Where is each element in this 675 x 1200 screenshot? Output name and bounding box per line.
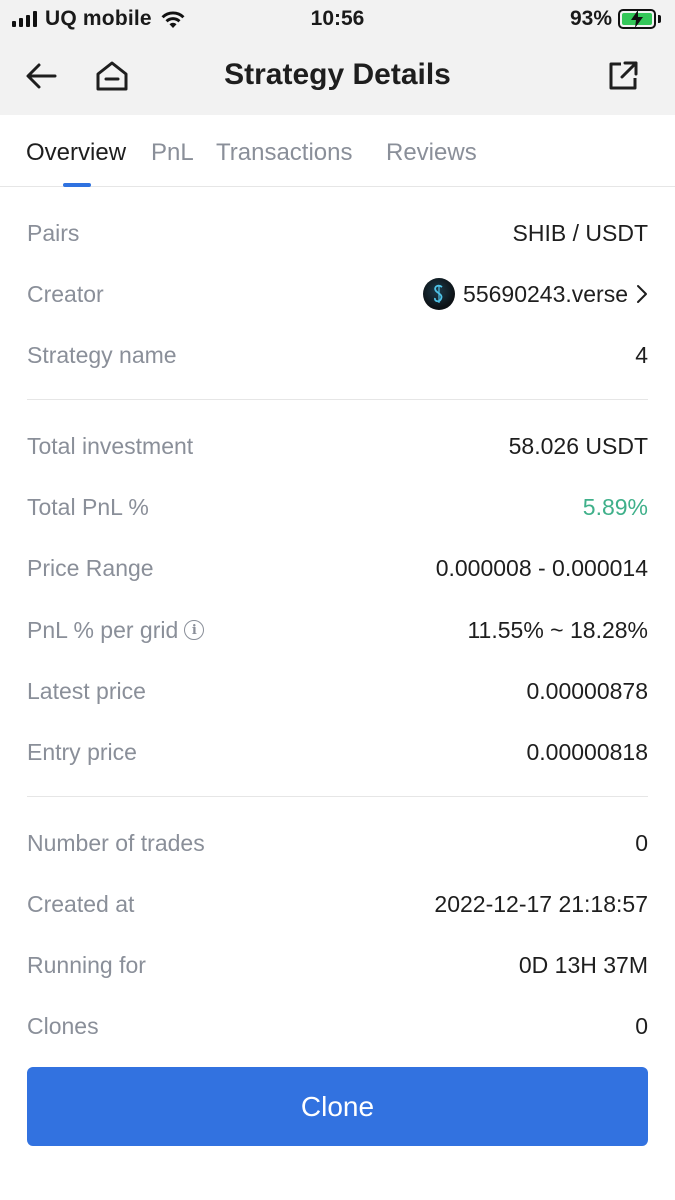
row-created-at: Created at 2022-12-17 21:18:57	[27, 884, 648, 924]
row-creator: Creator 55690243.verse	[27, 274, 648, 314]
entry-price-label: Entry price	[27, 738, 137, 765]
created-at-value: 2022-12-17 21:18:57	[434, 890, 648, 917]
row-running-for: Running for 0D 13H 37M	[27, 945, 648, 985]
latest-price-value: 0.00000878	[526, 677, 648, 704]
running-for-label: Running for	[27, 951, 146, 978]
battery-percentage: 93%	[569, 7, 612, 30]
chevron-right-icon	[637, 285, 647, 303]
number-of-trades-value: 0	[635, 829, 648, 856]
row-pairs: Pairs SHIB / USDT	[27, 213, 648, 253]
created-at-label: Created at	[27, 890, 135, 917]
total-pnl-label: Total PnL %	[27, 493, 149, 520]
section-divider	[27, 399, 648, 400]
running-for-value: 0D 13H 37M	[518, 951, 648, 978]
battery-tip	[658, 15, 661, 23]
number-of-trades-label: Number of trades	[27, 829, 205, 856]
pairs-label: Pairs	[27, 219, 80, 246]
clone-button[interactable]: Clone	[27, 1067, 648, 1146]
status-right: 93%	[570, 7, 661, 31]
creator-link[interactable]: 55690243.verse	[423, 278, 648, 310]
nav-bar: Strategy Details	[0, 38, 675, 115]
row-total-pnl: Total PnL % 5.89%	[27, 487, 648, 527]
row-strategy-name: Strategy name 4	[27, 335, 648, 375]
tab-pnl[interactable]: PnL	[151, 139, 194, 167]
row-entry-price: Entry price 0.00000818	[27, 732, 648, 772]
page-title: Strategy Details	[224, 58, 451, 91]
clones-label: Clones	[27, 1012, 99, 1039]
pnl-per-grid-value: 11.55% ~ 18.28%	[467, 616, 648, 643]
creator-name: 55690243.verse	[463, 280, 628, 307]
row-latest-price: Latest price 0.00000878	[27, 671, 648, 711]
pnl-per-grid-label: PnL % per grid	[27, 616, 179, 643]
tab-reviews[interactable]: Reviews	[386, 139, 477, 167]
active-tab-indicator	[63, 183, 91, 187]
strategy-name-value: 4	[635, 341, 648, 368]
share-button[interactable]	[603, 56, 643, 96]
status-bar: UQ mobile 10:56 93%	[0, 0, 675, 38]
info-icon[interactable]: i	[184, 620, 205, 640]
tab-transactions[interactable]: Transactions	[216, 139, 353, 167]
strategy-name-label: Strategy name	[27, 341, 177, 368]
creator-label: Creator	[27, 280, 104, 307]
price-range-label: Price Range	[27, 554, 154, 581]
creator-avatar	[423, 278, 456, 310]
latest-price-label: Latest price	[27, 677, 146, 704]
total-pnl-value: 5.89%	[582, 493, 648, 520]
pairs-value: SHIB / USDT	[512, 219, 648, 246]
entry-price-value: 0.00000818	[526, 738, 648, 765]
row-pnl-per-grid: PnL % per grid i 11.55% ~ 18.28%	[27, 610, 648, 650]
row-clones: Clones 0	[27, 1006, 648, 1046]
tab-bar: Overview PnL Transactions Reviews	[0, 115, 675, 187]
tab-overview[interactable]: Overview	[26, 139, 126, 167]
price-range-value: 0.000008 - 0.000014	[435, 554, 648, 581]
total-investment-value: 58.026 USDT	[508, 432, 648, 459]
row-price-range: Price Range 0.000008 - 0.000014	[27, 548, 648, 588]
section-divider	[27, 796, 648, 797]
row-total-investment: Total investment 58.026 USDT	[27, 426, 648, 466]
row-number-of-trades: Number of trades 0	[27, 823, 648, 863]
clones-value: 0	[635, 1012, 648, 1039]
share-external-icon	[609, 61, 638, 90]
total-investment-label: Total investment	[27, 432, 194, 459]
pnl-per-grid-label-group: PnL % per grid i	[27, 616, 205, 644]
battery-icon	[618, 9, 656, 29]
